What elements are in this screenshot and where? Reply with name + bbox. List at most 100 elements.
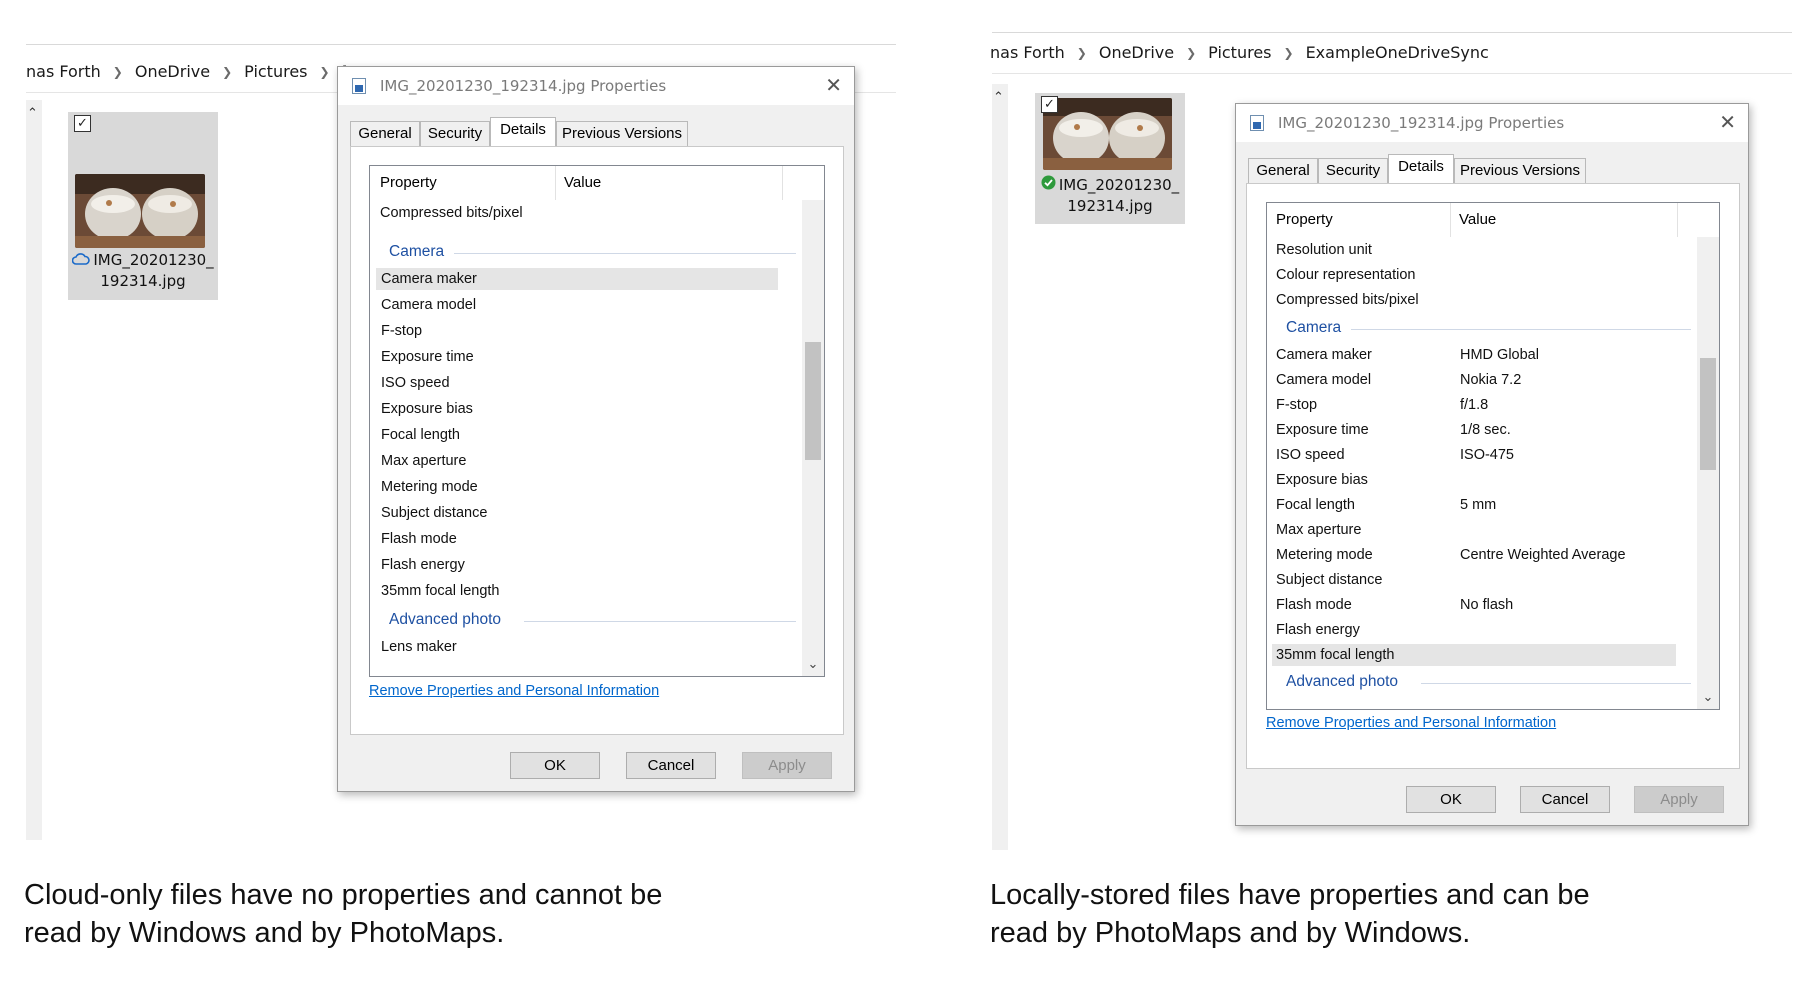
file-tile[interactable]: ✓ IMG_20201230_ 192314.jpg bbox=[68, 112, 218, 300]
apply-button[interactable]: Apply bbox=[742, 752, 832, 779]
details-listbox[interactable]: Resolution unit Colour representation Co… bbox=[1266, 202, 1720, 710]
apply-button[interactable]: Apply bbox=[1634, 786, 1724, 813]
tab-security[interactable]: Security bbox=[1318, 158, 1388, 183]
list-item[interactable]: Resolution unit bbox=[1276, 239, 1372, 261]
breadcrumb-item[interactable]: Pictures bbox=[1208, 43, 1271, 62]
list-item[interactable]: Camera model Nokia 7.2 bbox=[1276, 369, 1676, 391]
cloud-only-example-panel: nas Forth❯OneDrive❯Pictures❯Ex ⌃ ✓ IMG_2… bbox=[0, 0, 900, 949]
group-header-camera: Camera bbox=[389, 243, 445, 260]
explorer-scrollbar[interactable] bbox=[992, 84, 1008, 850]
list-item[interactable]: Flash mode No flash bbox=[1276, 594, 1676, 616]
list-item[interactable]: Max aperture bbox=[1276, 519, 1676, 541]
breadcrumb-item[interactable]: Pictures bbox=[244, 62, 307, 81]
breadcrumb-item[interactable]: nas Forth bbox=[990, 43, 1065, 62]
list-item[interactable]: Compressed bits/pixel bbox=[380, 202, 523, 224]
details-tab-page: Resolution unit Colour representation Co… bbox=[1246, 183, 1740, 769]
list-item[interactable]: Metering mode bbox=[381, 476, 478, 498]
tab-details[interactable]: Details bbox=[490, 117, 556, 146]
list-item[interactable]: Subject distance bbox=[381, 502, 487, 524]
file-name: IMG_20201230_ 192314.jpg bbox=[1035, 175, 1185, 217]
group-divider bbox=[1351, 329, 1691, 330]
explorer-scrollbar[interactable] bbox=[26, 100, 42, 840]
listbox-scrollbar[interactable]: ⌃ ⌄ bbox=[802, 166, 824, 676]
list-item[interactable]: Flash energy bbox=[1276, 619, 1676, 641]
tab-general[interactable]: General bbox=[350, 121, 420, 146]
list-item[interactable]: Focal length 5 mm bbox=[1276, 494, 1676, 516]
list-item[interactable]: Subject distance bbox=[1276, 569, 1676, 591]
explorer-top-border bbox=[26, 44, 896, 45]
list-item[interactable]: Exposure bias bbox=[1276, 469, 1676, 491]
list-item[interactable]: Exposure time 1/8 sec. bbox=[1276, 419, 1676, 441]
ok-button[interactable]: OK bbox=[1406, 786, 1496, 813]
scrollbar-thumb[interactable] bbox=[1700, 358, 1716, 470]
list-item[interactable]: Metering mode Centre Weighted Average bbox=[1276, 544, 1676, 566]
group-divider bbox=[1421, 683, 1691, 684]
scroll-up-icon[interactable]: ⌃ bbox=[27, 106, 38, 121]
chevron-right-icon: ❯ bbox=[1076, 46, 1087, 60]
breadcrumb-item[interactable]: ExampleOneDriveSync bbox=[1306, 43, 1489, 62]
list-item[interactable]: Camera maker bbox=[376, 268, 778, 290]
details-listbox[interactable]: Compressed bits/pixel Camera Camera make… bbox=[369, 165, 825, 677]
tab-details[interactable]: Details bbox=[1388, 154, 1454, 183]
list-item[interactable]: Max aperture bbox=[381, 450, 466, 472]
group-divider bbox=[454, 253, 796, 254]
dialog-titlebar[interactable]: IMG_20201230_192314.jpg Properties ✕ bbox=[338, 67, 854, 105]
breadcrumb-item[interactable]: nas Forth bbox=[26, 62, 101, 81]
list-item[interactable]: Camera model bbox=[381, 294, 476, 316]
list-item[interactable]: F-stop f/1.8 bbox=[1276, 394, 1676, 416]
chevron-down-icon[interactable]: ⌄ bbox=[802, 657, 824, 672]
tab-general[interactable]: General bbox=[1248, 158, 1318, 183]
file-tile[interactable]: ✓ IMG_20201230_ 192314.jpg bbox=[1035, 93, 1185, 224]
list-item[interactable]: Exposure bias bbox=[381, 398, 473, 420]
column-divider[interactable] bbox=[782, 166, 783, 200]
tab-previous-versions[interactable]: Previous Versions bbox=[556, 121, 688, 146]
list-item[interactable]: Focal length bbox=[381, 424, 460, 446]
photo-thumbnail bbox=[75, 174, 205, 248]
list-item[interactable]: F-stop bbox=[381, 320, 422, 342]
column-header-value[interactable]: Value bbox=[564, 174, 601, 191]
column-divider[interactable] bbox=[555, 166, 556, 200]
remove-properties-link[interactable]: Remove Properties and Personal Informati… bbox=[369, 683, 659, 699]
scrollbar-thumb[interactable] bbox=[805, 342, 821, 460]
list-item[interactable]: Lens maker bbox=[381, 636, 457, 658]
dialog-title: IMG_20201230_192314.jpg Properties bbox=[380, 77, 667, 95]
image-file-icon bbox=[1250, 115, 1264, 131]
breadcrumb-item[interactable]: OneDrive bbox=[135, 62, 210, 81]
breadcrumb-item[interactable]: OneDrive bbox=[1099, 43, 1174, 62]
list-item[interactable]: Flash mode bbox=[381, 528, 457, 550]
list-item[interactable]: 35mm focal length bbox=[381, 580, 499, 602]
list-item[interactable]: Flash energy bbox=[381, 554, 465, 576]
list-item[interactable]: Compressed bits/pixel bbox=[1276, 289, 1419, 311]
list-item[interactable]: 35mm focal length bbox=[1272, 644, 1676, 666]
details-rows: Compressed bits/pixel Camera Camera make… bbox=[370, 166, 802, 676]
green-check-icon bbox=[1041, 175, 1056, 196]
close-icon[interactable]: ✕ bbox=[825, 73, 842, 97]
scroll-up-icon[interactable]: ⌃ bbox=[993, 90, 1004, 105]
column-divider[interactable] bbox=[1450, 203, 1451, 237]
list-item[interactable]: ISO speed ISO-475 bbox=[1276, 444, 1676, 466]
list-item[interactable]: Colour representation bbox=[1276, 264, 1415, 286]
column-divider[interactable] bbox=[1677, 203, 1678, 237]
chevron-down-icon[interactable]: ⌄ bbox=[1697, 690, 1719, 705]
cancel-button[interactable]: Cancel bbox=[626, 752, 716, 779]
checkbox-checked-icon[interactable]: ✓ bbox=[1041, 96, 1058, 113]
checkbox-checked-icon[interactable]: ✓ bbox=[74, 115, 91, 132]
listbox-header: Property Value bbox=[1267, 203, 1719, 237]
details-rows: Resolution unit Colour representation Co… bbox=[1267, 203, 1697, 709]
listbox-scrollbar[interactable]: ⌃ ⌄ bbox=[1697, 203, 1719, 709]
column-header-value[interactable]: Value bbox=[1459, 211, 1496, 228]
close-icon[interactable]: ✕ bbox=[1719, 110, 1736, 134]
column-header-property[interactable]: Property bbox=[1276, 211, 1333, 228]
remove-properties-link[interactable]: Remove Properties and Personal Informati… bbox=[1266, 715, 1556, 731]
tab-security[interactable]: Security bbox=[420, 121, 490, 146]
tab-previous-versions[interactable]: Previous Versions bbox=[1454, 158, 1586, 183]
list-item[interactable]: ISO speed bbox=[381, 372, 450, 394]
ok-button[interactable]: OK bbox=[510, 752, 600, 779]
caption: Locally-stored files have properties and… bbox=[990, 879, 1590, 949]
dialog-titlebar[interactable]: IMG_20201230_192314.jpg Properties ✕ bbox=[1236, 104, 1748, 142]
column-header-property[interactable]: Property bbox=[380, 174, 437, 191]
list-item[interactable]: Camera maker HMD Global bbox=[1276, 344, 1676, 366]
list-item[interactable]: Exposure time bbox=[381, 346, 474, 368]
cancel-button[interactable]: Cancel bbox=[1520, 786, 1610, 813]
chevron-right-icon: ❯ bbox=[319, 65, 330, 79]
